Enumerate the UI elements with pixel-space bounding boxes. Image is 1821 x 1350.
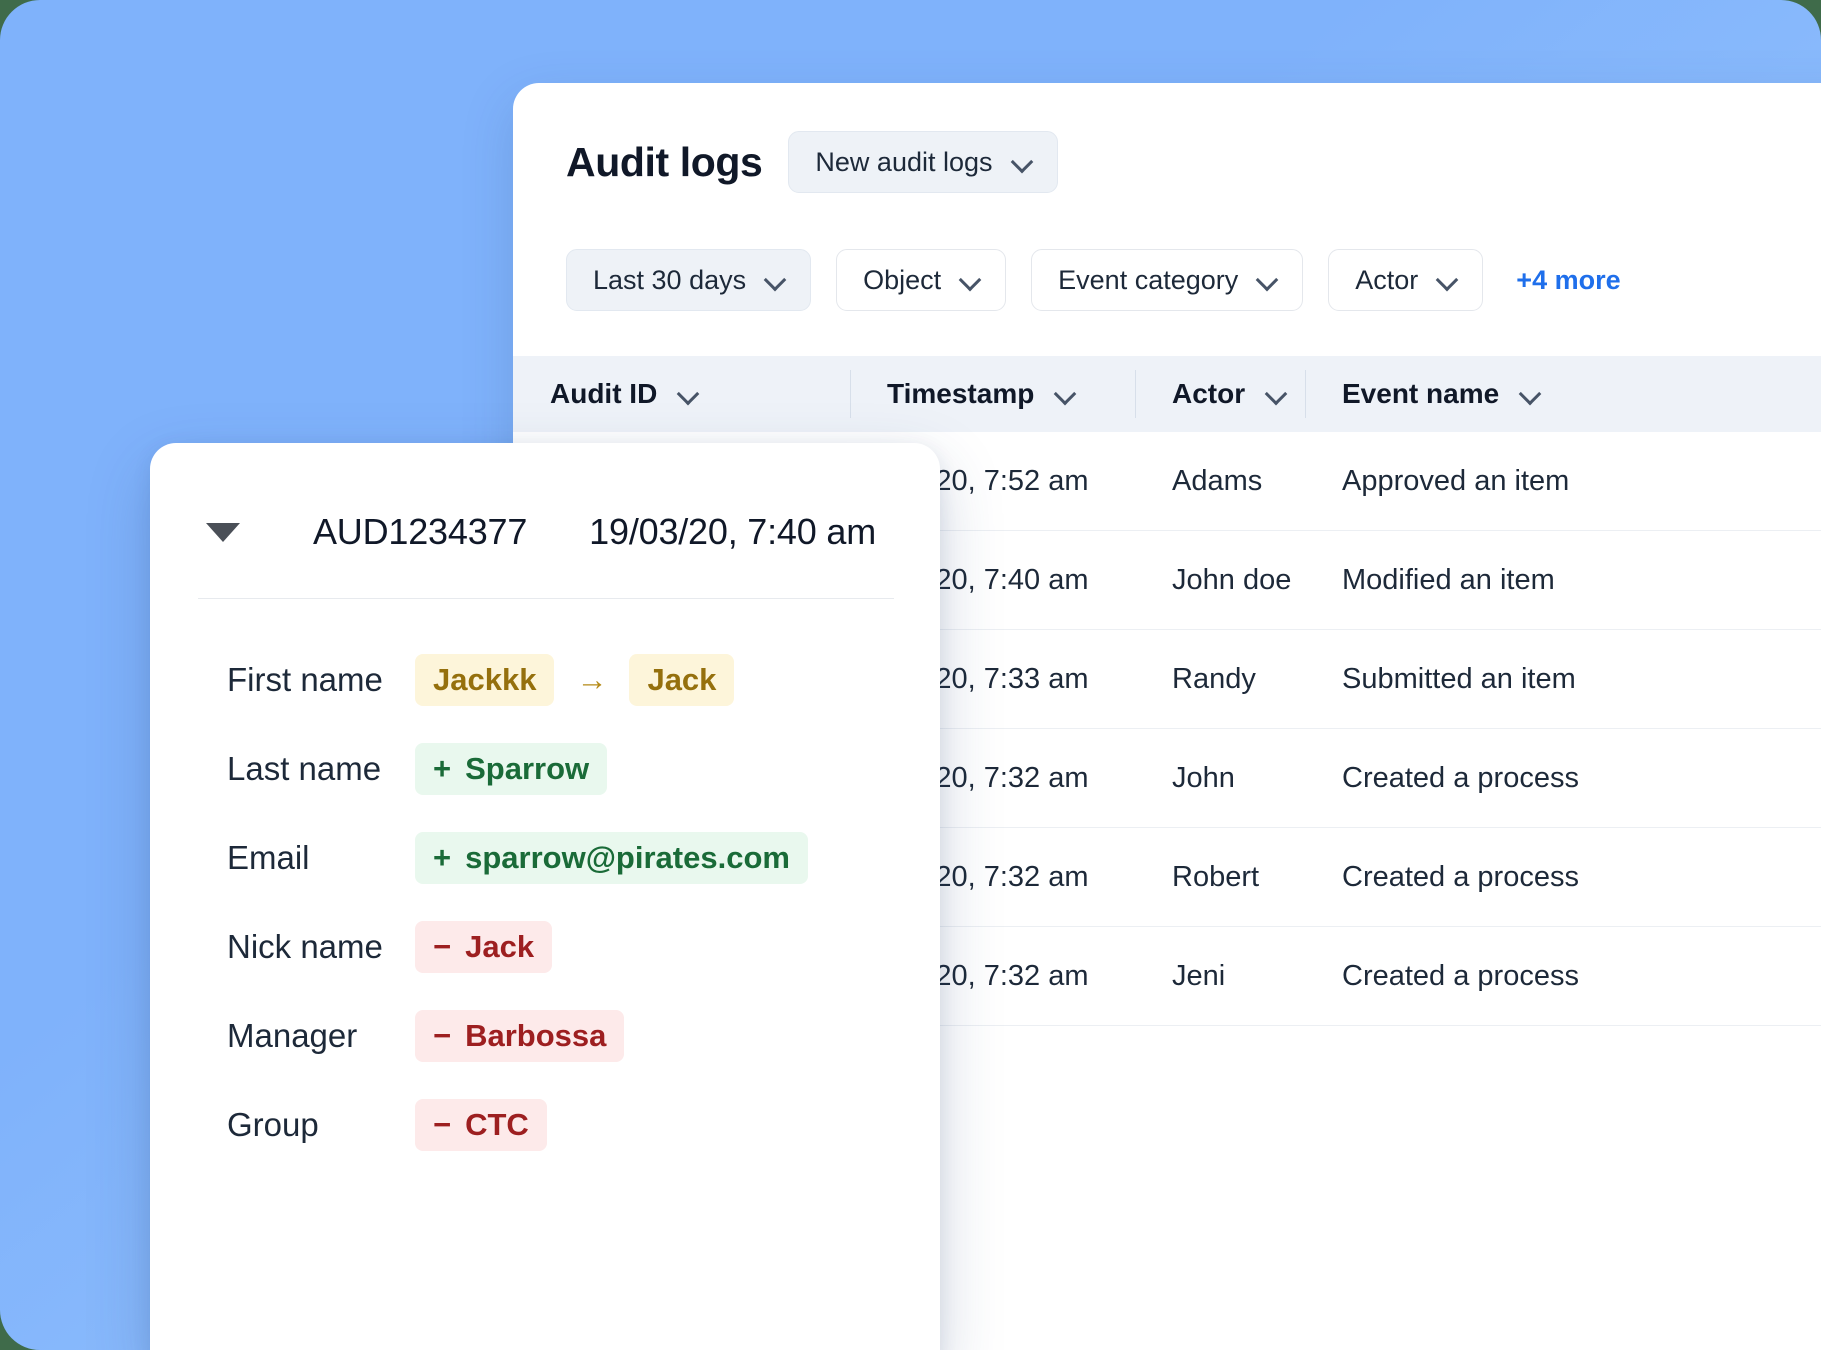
detail-field-last-name: Last name + Sparrow bbox=[150, 724, 940, 813]
more-filters-link[interactable]: +4 more bbox=[1516, 265, 1620, 296]
cell-event-name: Created a process bbox=[1305, 861, 1735, 894]
removed-value-text: CTC bbox=[465, 1107, 529, 1143]
field-label: First name bbox=[227, 661, 415, 699]
view-selector-label: New audit logs bbox=[815, 147, 992, 178]
chevron-down-icon bbox=[1521, 384, 1541, 404]
added-value-badge: + Sparrow bbox=[415, 743, 607, 795]
cell-actor: John doe bbox=[1135, 564, 1305, 597]
new-value-badge: Jack bbox=[629, 654, 734, 706]
removed-value-badge: − CTC bbox=[415, 1099, 547, 1151]
filter-bar: Last 30 days Object Event category Actor… bbox=[513, 193, 1821, 311]
detail-field-first-name: First name Jackkk → Jack bbox=[150, 635, 940, 724]
filter-actor-label: Actor bbox=[1355, 265, 1418, 296]
cell-event-name: Modified an item bbox=[1305, 564, 1735, 597]
filter-event-category[interactable]: Event category bbox=[1031, 249, 1303, 311]
old-value-badge: Jackkk bbox=[415, 654, 554, 706]
minus-icon: − bbox=[433, 1107, 451, 1143]
chevron-down-icon bbox=[1258, 270, 1278, 290]
column-header-audit-id-label: Audit ID bbox=[550, 378, 657, 410]
column-header-event-name[interactable]: Event name bbox=[1305, 356, 1735, 432]
minus-icon: − bbox=[433, 1018, 451, 1054]
filter-date-range-label: Last 30 days bbox=[593, 265, 746, 296]
detail-card-header: AUD1234377 19/03/20, 7:40 am bbox=[150, 443, 940, 553]
detail-field-group: Group − CTC bbox=[150, 1080, 940, 1169]
removed-value-badge: − Jack bbox=[415, 921, 552, 973]
removed-value-badge: − Barbossa bbox=[415, 1010, 624, 1062]
cell-event-name: Approved an item bbox=[1305, 465, 1735, 498]
cell-actor: Adams bbox=[1135, 465, 1305, 498]
column-header-timestamp-label: Timestamp bbox=[887, 378, 1034, 410]
removed-value-text: Jack bbox=[465, 929, 534, 965]
column-header-event-name-label: Event name bbox=[1342, 378, 1499, 410]
cell-event-name: Created a process bbox=[1305, 960, 1735, 993]
detail-timestamp: 19/03/20, 7:40 am bbox=[589, 511, 876, 553]
chevron-down-icon bbox=[1056, 384, 1076, 404]
column-header-audit-id[interactable]: Audit ID bbox=[513, 356, 850, 432]
table-header-row: Audit ID Timestamp Actor Event name bbox=[513, 356, 1821, 432]
detail-field-nick-name: Nick name − Jack bbox=[150, 902, 940, 991]
filter-object[interactable]: Object bbox=[836, 249, 1006, 311]
filter-actor[interactable]: Actor bbox=[1328, 249, 1483, 311]
added-value-badge: + sparrow@pirates.com bbox=[415, 832, 808, 884]
cell-event-name: Created a process bbox=[1305, 762, 1735, 795]
chevron-down-icon bbox=[766, 270, 786, 290]
chevron-down-icon bbox=[961, 270, 981, 290]
window-header: Audit logs New audit logs bbox=[513, 83, 1821, 193]
chevron-down-icon bbox=[1438, 270, 1458, 290]
field-label: Last name bbox=[227, 750, 415, 788]
chevron-down-icon bbox=[1267, 384, 1287, 404]
column-header-actor[interactable]: Actor bbox=[1135, 356, 1305, 432]
field-label: Group bbox=[227, 1106, 415, 1144]
filter-event-category-label: Event category bbox=[1058, 265, 1238, 296]
added-value-text: sparrow@pirates.com bbox=[465, 840, 790, 876]
cell-actor: John bbox=[1135, 762, 1305, 795]
cell-actor: Robert bbox=[1135, 861, 1305, 894]
audit-detail-card: AUD1234377 19/03/20, 7:40 am First name … bbox=[150, 443, 940, 1350]
cell-actor: Randy bbox=[1135, 663, 1305, 696]
filter-object-label: Object bbox=[863, 265, 941, 296]
detail-field-manager: Manager − Barbossa bbox=[150, 991, 940, 1080]
cell-actor: Jeni bbox=[1135, 960, 1305, 993]
field-label: Manager bbox=[227, 1017, 415, 1055]
filter-date-range[interactable]: Last 30 days bbox=[566, 249, 811, 311]
page-title: Audit logs bbox=[566, 139, 762, 186]
cell-event-name: Submitted an item bbox=[1305, 663, 1735, 696]
removed-value-text: Barbossa bbox=[465, 1018, 606, 1054]
arrow-right-icon: → bbox=[576, 664, 607, 695]
caret-down-icon[interactable] bbox=[206, 523, 240, 542]
chevron-down-icon bbox=[679, 384, 699, 404]
view-selector-dropdown[interactable]: New audit logs bbox=[788, 131, 1057, 193]
field-label: Nick name bbox=[227, 928, 415, 966]
added-value-text: Sparrow bbox=[465, 751, 589, 787]
plus-icon: + bbox=[433, 751, 451, 787]
detail-field-list: First name Jackkk → Jack Last name + Spa… bbox=[150, 599, 940, 1169]
chevron-down-icon bbox=[1013, 152, 1033, 172]
column-header-actor-label: Actor bbox=[1172, 378, 1245, 410]
plus-icon: + bbox=[433, 840, 451, 876]
minus-icon: − bbox=[433, 929, 451, 965]
detail-field-email: Email + sparrow@pirates.com bbox=[150, 813, 940, 902]
screenshot-stage: Audit logs New audit logs Last 30 days O… bbox=[0, 0, 1821, 1350]
column-header-timestamp[interactable]: Timestamp bbox=[850, 356, 1135, 432]
field-label: Email bbox=[227, 839, 415, 877]
detail-audit-id: AUD1234377 bbox=[313, 511, 527, 553]
